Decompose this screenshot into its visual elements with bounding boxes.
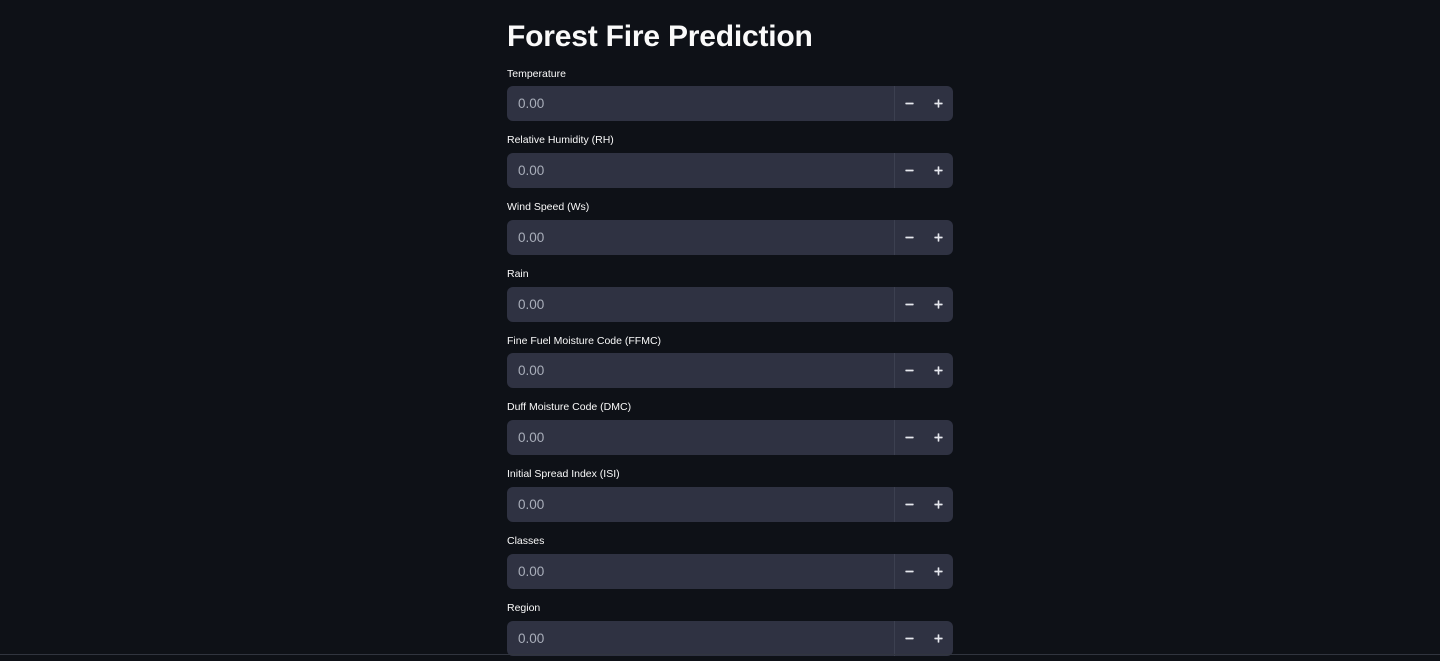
stepper-group <box>894 420 953 456</box>
plus-icon[interactable] <box>924 621 953 656</box>
number-input-value[interactable] <box>507 153 894 189</box>
field-label: Duff Moisture Code (DMC) <box>507 401 632 414</box>
field-label: Relative Humidity (RH) <box>507 134 614 147</box>
field-block: Temperature <box>507 66 953 122</box>
stepper-group <box>894 153 953 189</box>
stepper-group <box>894 353 953 389</box>
field-block: Relative Humidity (RH) <box>507 132 953 189</box>
page-title: Forest Fire Prediction <box>507 20 813 53</box>
number-input-value[interactable] <box>507 353 894 389</box>
number-input[interactable] <box>507 86 953 122</box>
plus-icon[interactable] <box>924 554 953 589</box>
stepper-group <box>894 219 953 255</box>
field-block: Initial Spread Index (ISI) <box>507 466 953 523</box>
stepper-group <box>894 86 953 122</box>
number-input-value[interactable] <box>507 86 894 122</box>
number-input[interactable] <box>507 286 953 322</box>
number-input[interactable] <box>507 620 953 656</box>
field-block: Rain <box>507 266 953 322</box>
stepper-group <box>894 553 953 589</box>
minus-icon[interactable] <box>895 420 924 455</box>
minus-icon[interactable] <box>895 353 924 388</box>
number-input[interactable] <box>507 553 953 589</box>
stepper-group <box>894 620 953 656</box>
minus-icon[interactable] <box>895 487 924 522</box>
stepper-group <box>894 487 953 523</box>
number-input-value[interactable] <box>507 219 894 255</box>
field-block: Fine Fuel Moisture Code (FFMC) <box>507 333 953 389</box>
bottom-divider <box>0 654 1440 655</box>
minus-icon[interactable] <box>895 287 924 322</box>
field-label: Region <box>507 601 541 614</box>
field-label: Wind Speed (Ws) <box>507 201 590 214</box>
plus-icon[interactable] <box>924 153 953 188</box>
plus-icon[interactable] <box>924 287 953 322</box>
number-input[interactable] <box>507 353 953 389</box>
app-root: Forest Fire Prediction Temperature Relati… <box>0 0 1440 661</box>
minus-icon[interactable] <box>895 621 924 656</box>
field-label: Initial Spread Index (ISI) <box>507 468 620 481</box>
field-label: Temperature <box>507 67 566 80</box>
number-input-value[interactable] <box>507 286 894 322</box>
field-label: Classes <box>507 535 545 548</box>
plus-icon[interactable] <box>924 220 953 255</box>
number-input-value[interactable] <box>507 620 894 656</box>
field-block: Duff Moisture Code (DMC) <box>507 399 953 456</box>
main-content-container: Forest Fire Prediction Temperature Relati… <box>507 0 953 661</box>
number-input[interactable] <box>507 420 953 456</box>
minus-icon[interactable] <box>895 86 924 121</box>
number-input[interactable] <box>507 219 953 255</box>
prediction-form: Temperature Relative Humidity (RH) Wind Sp… <box>507 66 953 656</box>
number-input-value[interactable] <box>507 487 894 523</box>
number-input[interactable] <box>507 153 953 189</box>
plus-icon[interactable] <box>924 353 953 388</box>
plus-icon[interactable] <box>924 487 953 522</box>
field-block: Classes <box>507 533 953 589</box>
stepper-group <box>894 286 953 322</box>
minus-icon[interactable] <box>895 153 924 188</box>
plus-icon[interactable] <box>924 420 953 455</box>
field-block: Region <box>507 600 953 656</box>
plus-icon[interactable] <box>924 86 953 121</box>
number-input-value[interactable] <box>507 553 894 589</box>
field-label: Rain <box>507 267 529 280</box>
number-input-value[interactable] <box>507 420 894 456</box>
minus-icon[interactable] <box>895 554 924 589</box>
minus-icon[interactable] <box>895 220 924 255</box>
number-input[interactable] <box>507 487 953 523</box>
field-label: Fine Fuel Moisture Code (FFMC) <box>507 334 662 347</box>
field-block: Wind Speed (Ws) <box>507 199 953 255</box>
